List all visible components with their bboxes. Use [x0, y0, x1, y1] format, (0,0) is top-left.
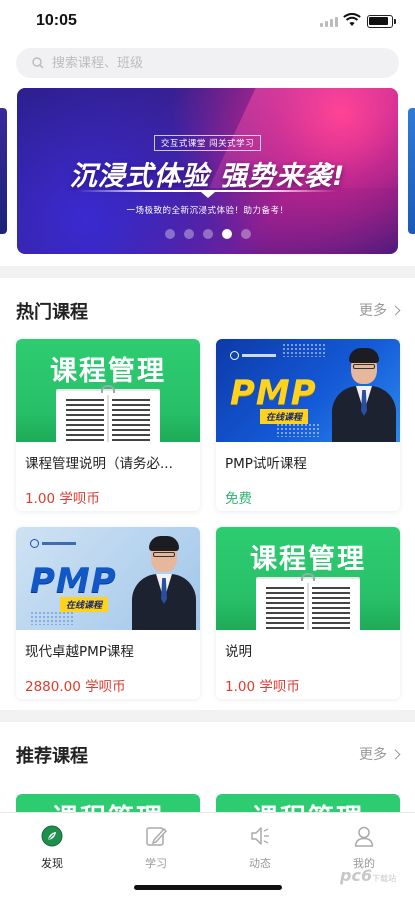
- carousel-dot-active[interactable]: [221, 229, 232, 239]
- banner-peek-previous[interactable]: [0, 108, 7, 234]
- tab-label: 学习: [145, 857, 167, 870]
- header-area: 交互式课堂 闯关式学习 沉浸式体验 强势来袭! 一场极致的全新沉浸式体验！助力备…: [0, 44, 415, 266]
- tab-news[interactable]: 动态: [220, 823, 300, 873]
- banner-carousel[interactable]: 交互式课堂 闯关式学习 沉浸式体验 强势来袭! 一场极致的全新沉浸式体验！助力备…: [0, 88, 415, 254]
- thumbnail-title: 课程管理: [250, 544, 366, 575]
- thumbnail-title: PMP: [230, 373, 317, 413]
- course-price: 1.00 学呗币: [25, 491, 100, 507]
- tab-label: 发现: [41, 857, 63, 870]
- course-card[interactable]: PMP 在线课程 PMP试听课程 免费: [216, 339, 400, 511]
- tab-label: 动态: [249, 857, 271, 870]
- course-title: 说明: [225, 644, 252, 660]
- watermark-logo: pc6下载站: [340, 866, 397, 885]
- chevron-right-icon: [390, 305, 401, 315]
- course-card[interactable]: PMP 在线课程 现代卓越PMP课程 2880.00 学呗币: [16, 527, 200, 699]
- search-bar[interactable]: [16, 48, 399, 78]
- news-icon: [251, 827, 269, 845]
- carousel-dot[interactable]: [202, 229, 213, 239]
- status-time: 10:05: [36, 12, 77, 29]
- section-title: 热门课程: [16, 302, 88, 323]
- discover-icon: [41, 825, 63, 847]
- instructor-photo: [132, 534, 196, 630]
- course-thumbnail: PMP 在线课程: [16, 527, 200, 630]
- dot-pattern: [282, 343, 326, 357]
- hot-courses-more-link[interactable]: 更多: [359, 300, 401, 320]
- profile-icon: [354, 826, 374, 847]
- wifi-icon: [343, 13, 361, 26]
- tab-discover[interactable]: 发现: [12, 823, 92, 873]
- hot-courses-section: 热门课程 更多 课程管理 课程管理说明（请务必... 1.00 学呗币 PMP …: [0, 278, 415, 710]
- course-thumbnail: 课程管理: [16, 339, 200, 442]
- status-bar: 10:05: [0, 0, 415, 44]
- thumbnail-badge: 在线课程: [260, 409, 309, 424]
- search-input[interactable]: [52, 48, 382, 78]
- brand-logo: [30, 539, 76, 548]
- chevron-right-icon: [390, 749, 401, 759]
- search-icon: [32, 57, 44, 69]
- dot-pattern: [276, 423, 320, 437]
- tab-study[interactable]: 学习: [116, 823, 196, 873]
- banner-tags: 交互式课堂 闯关式学习: [153, 135, 262, 151]
- course-card[interactable]: 课程管理 说明 1.00 学呗币: [216, 527, 400, 699]
- study-icon: [146, 827, 167, 846]
- course-thumbnail: 课程管理: [216, 527, 400, 630]
- course-price: 2880.00 学呗币: [25, 679, 126, 695]
- course-title: 课程管理说明（请务必...: [25, 456, 173, 472]
- banner-peek-next[interactable]: [408, 108, 415, 234]
- dot-pattern: [30, 611, 74, 625]
- cellular-signal-icon: [320, 17, 338, 27]
- home-indicator[interactable]: [134, 885, 282, 890]
- brand-logo: [230, 351, 276, 360]
- notebook-illustration: [256, 573, 360, 630]
- course-title: 现代卓越PMP课程: [25, 644, 134, 660]
- course-price: 1.00 学呗币: [225, 679, 300, 695]
- course-price: 免费: [225, 491, 252, 507]
- thumbnail-title: 课程管理: [50, 356, 166, 387]
- banner-tag-row: 交互式课堂 闯关式学习: [17, 135, 398, 151]
- course-title: PMP试听课程: [225, 456, 307, 472]
- carousel-dot[interactable]: [164, 229, 175, 239]
- battery-icon: [367, 15, 396, 28]
- thumbnail-badge: 在线课程: [60, 597, 109, 612]
- more-label: 更多: [359, 303, 387, 319]
- carousel-dot[interactable]: [240, 229, 251, 239]
- notebook-illustration: [56, 385, 160, 442]
- carousel-dot[interactable]: [183, 229, 194, 239]
- recommended-section: 推荐课程 更多 课程管理 课程管理: [0, 722, 415, 822]
- banner-headline: 沉浸式体验 强势来袭!: [69, 161, 346, 192]
- course-card[interactable]: 课程管理 课程管理说明（请务必... 1.00 学呗币: [16, 339, 200, 511]
- banner-arrow-icon: [201, 192, 215, 198]
- section-title: 推荐课程: [16, 746, 88, 767]
- instructor-photo: [332, 346, 396, 442]
- banner-subline: 一场极致的全新沉浸式体验！助力备考！: [126, 206, 289, 216]
- banner-slide[interactable]: 交互式课堂 闯关式学习 沉浸式体验 强势来袭! 一场极致的全新沉浸式体验！助力备…: [17, 88, 398, 254]
- more-label: 更多: [359, 747, 387, 763]
- course-thumbnail: PMP 在线课程: [216, 339, 400, 442]
- recommended-more-link[interactable]: 更多: [359, 744, 401, 764]
- carousel-dots: [17, 229, 398, 239]
- thumbnail-title: PMP: [30, 561, 117, 601]
